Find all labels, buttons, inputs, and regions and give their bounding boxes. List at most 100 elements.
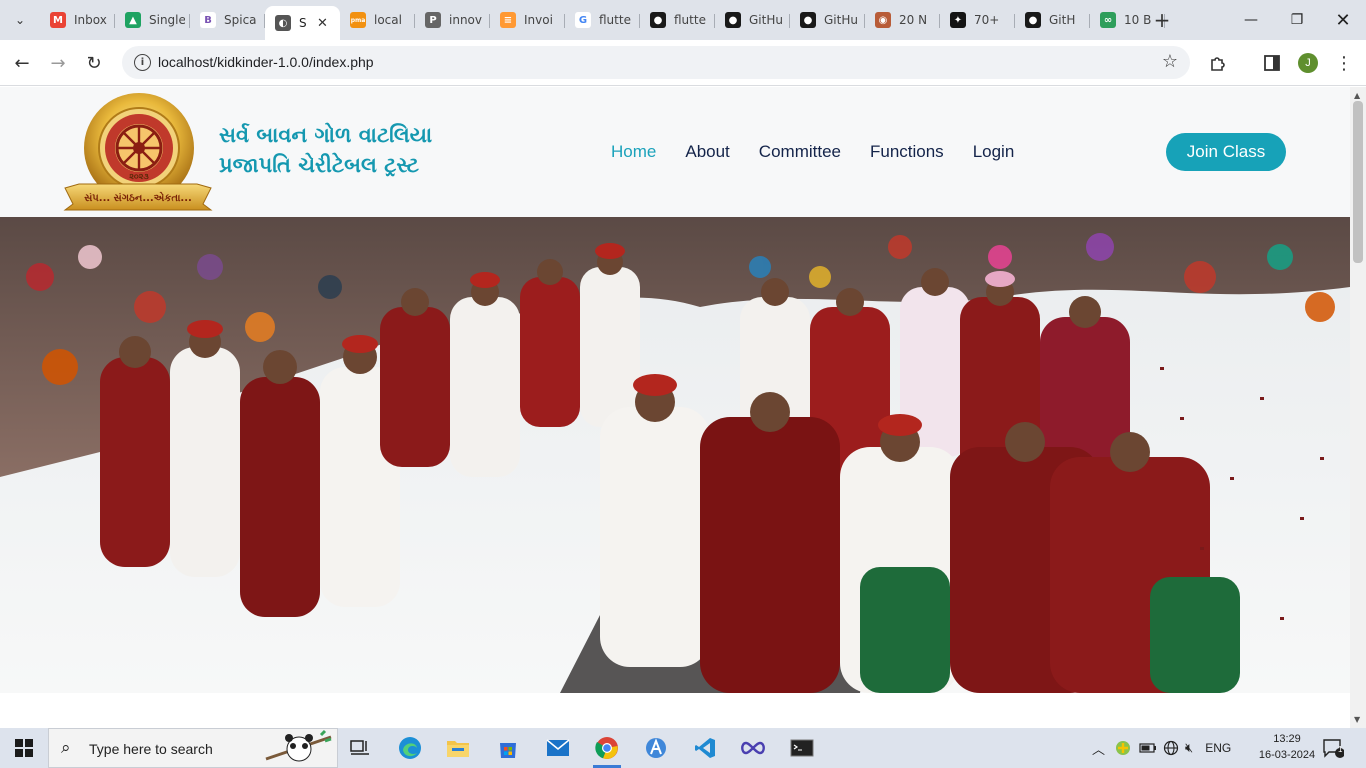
browser-tab[interactable]: ● GitHu xyxy=(790,6,865,34)
tray-app-icon[interactable] xyxy=(1115,740,1131,756)
bootstrap-icon: B xyxy=(200,12,216,28)
mail-icon[interactable] xyxy=(534,728,582,768)
infinity-app-icon[interactable] xyxy=(729,728,777,768)
search-highlight-panda-icon xyxy=(265,729,332,762)
scrollbar-thumb[interactable] xyxy=(1353,101,1363,263)
scroll-down-icon[interactable]: ▼ xyxy=(1354,715,1360,724)
taskbar-search-placeholder: Type here to search xyxy=(89,741,213,757)
browser-tab[interactable]: ● flutte xyxy=(640,6,715,34)
browser-tab[interactable]: B Spica xyxy=(190,6,265,34)
github-icon: ● xyxy=(1025,12,1041,28)
site-header: ૨૦૨૩ સંપ... સંગઠન...એકતા... સર્વ બાવન ગો… xyxy=(0,87,1350,217)
clock[interactable]: 13:29 16-03-2024 xyxy=(1254,731,1320,763)
clock-date: 16-03-2024 xyxy=(1258,749,1316,761)
nav-functions[interactable]: Functions xyxy=(870,142,944,162)
tab-close-icon[interactable]: ✕ xyxy=(317,16,328,31)
browser-tab[interactable]: Pinnov xyxy=(415,6,490,34)
tab-title: flutte xyxy=(599,13,631,27)
nav-home[interactable]: Home xyxy=(611,142,656,162)
browser-tab[interactable]: ✦ 70+ xyxy=(940,6,1015,34)
tab-search-chevron-icon[interactable]: ⌄ xyxy=(8,8,32,32)
search-icon: ⌕ xyxy=(61,738,71,758)
tab-title: GitHu xyxy=(824,13,858,27)
edge-icon[interactable] xyxy=(386,728,434,768)
task-view-icon[interactable] xyxy=(336,728,384,768)
nav-committee[interactable]: Committee xyxy=(759,142,841,162)
extensions-puzzle-icon[interactable] xyxy=(1207,52,1229,74)
notification-count: 1 xyxy=(1338,745,1343,754)
p-icon: P xyxy=(425,12,441,28)
browser-tab[interactable]: ▲ Single xyxy=(115,6,190,34)
drive-icon: ▲ xyxy=(125,12,141,28)
tab-title: flutte xyxy=(674,13,706,27)
phpmyadmin-icon: pma xyxy=(350,12,366,28)
page-viewport: ૨૦૨૩ સંપ... સંગઠન...એકતા... સર્વ બાવન ગો… xyxy=(0,87,1350,728)
browser-tab[interactable]: ● GitH xyxy=(1015,6,1090,34)
close-window-icon[interactable]: ✕ xyxy=(1320,0,1366,40)
tab-title: innov xyxy=(449,13,482,27)
browser-tab[interactable]: Gflutte xyxy=(565,6,640,34)
tab-list: M Inbox ▲ Single B Spica ◐ S ✕ pma local Pinnov ≡ Inv… xyxy=(40,6,1165,40)
browser-tab[interactable]: ≡ Invoi xyxy=(490,6,565,34)
browser-tab[interactable]: ◐ S ✕ xyxy=(265,6,340,40)
tab-title: local xyxy=(374,13,402,27)
nav-about[interactable]: About xyxy=(685,142,729,162)
brand-line-2: પ્રજાપતિ ચેરીટેબલ ટ્રસ્ટ xyxy=(219,153,419,177)
notification-center-icon[interactable]: 1 xyxy=(1322,728,1344,768)
tab-title: Single xyxy=(149,13,185,27)
restore-icon[interactable]: ❐ xyxy=(1274,0,1320,40)
profile-avatar[interactable]: J xyxy=(1298,53,1318,73)
speaker-muted-icon[interactable]: 🔇︎ xyxy=(1185,740,1193,756)
browser-toolbar: ← → ↻ i localhost/kidkinder-1.0.0/index.… xyxy=(0,40,1366,86)
taskbar-search[interactable]: ⌕ Type here to search xyxy=(48,728,338,768)
google-icon: G xyxy=(575,12,591,28)
show-hidden-icons-chevron-icon[interactable]: ︿ xyxy=(1092,739,1105,758)
star-logo-icon: ✦ xyxy=(950,12,966,28)
android-studio-icon[interactable] xyxy=(632,728,680,768)
nav-login[interactable]: Login xyxy=(973,142,1015,162)
tab-title: 70+ xyxy=(974,13,1000,27)
menu-kebab-icon[interactable]: ⋮ xyxy=(1333,52,1355,74)
clock-time: 13:29 xyxy=(1273,733,1301,745)
microsoft-store-icon[interactable] xyxy=(484,728,532,768)
tab-title: 20 N xyxy=(899,13,928,27)
main-nav: Home About Committee Functions Login xyxy=(611,142,1043,162)
site-info-icon[interactable]: i xyxy=(134,54,151,71)
browser-tab[interactable]: pma local xyxy=(340,6,415,34)
tab-strip: ⌄ M Inbox ▲ Single B Spica ◐ S ✕ pma local Pinnov ≡ I… xyxy=(0,0,1366,40)
back-arrow-icon[interactable]: ← xyxy=(7,48,37,78)
file-explorer-icon[interactable] xyxy=(434,728,482,768)
tab-title: GitHu xyxy=(749,13,783,27)
tab-title: GitH xyxy=(1049,13,1076,27)
reload-icon[interactable]: ↻ xyxy=(79,48,109,78)
page-scrollbar[interactable]: ▲ ▼ xyxy=(1350,87,1366,728)
cookie-icon: ◉ xyxy=(875,12,891,28)
tab-title: S xyxy=(299,16,307,30)
side-panel-icon[interactable] xyxy=(1261,52,1283,74)
chrome-icon[interactable] xyxy=(583,728,631,768)
windows-start-icon[interactable] xyxy=(0,728,48,768)
network-globe-icon[interactable] xyxy=(1163,740,1179,756)
language-indicator[interactable]: ENG xyxy=(1205,741,1231,755)
bookmark-star-icon[interactable]: ☆ xyxy=(1162,51,1178,72)
brand-name[interactable]: સર્વ બાવન ગોળ વાટલિયા પ્રજાપતિ ચેરીટેબલ … xyxy=(219,120,432,180)
browser-tab[interactable]: ◉ 20 N xyxy=(865,6,940,34)
battery-icon[interactable] xyxy=(1139,742,1157,754)
terminal-icon[interactable] xyxy=(778,728,826,768)
new-tab-button[interactable]: + xyxy=(1150,8,1174,32)
vscode-icon[interactable] xyxy=(681,728,729,768)
trust-logo[interactable]: ૨૦૨૩ સંપ... સંગઠન...એકતા... xyxy=(63,92,213,214)
link-icon: ∞ xyxy=(1100,12,1116,28)
join-class-button[interactable]: Join Class xyxy=(1166,133,1286,171)
brand-line-1: સર્વ બાવન ગોળ વાટલિયા xyxy=(219,123,433,147)
github-icon: ● xyxy=(650,12,666,28)
address-bar[interactable]: i localhost/kidkinder-1.0.0/index.php ☆ xyxy=(122,46,1190,79)
scroll-up-icon[interactable]: ▲ xyxy=(1354,91,1360,100)
github-icon: ● xyxy=(725,12,741,28)
tab-title: Inbox xyxy=(74,13,107,27)
minimize-icon[interactable]: — xyxy=(1228,0,1274,40)
url-text[interactable]: localhost/kidkinder-1.0.0/index.php xyxy=(158,54,374,70)
forward-arrow-icon[interactable]: → xyxy=(43,48,73,78)
browser-tab[interactable]: M Inbox xyxy=(40,6,115,34)
browser-tab[interactable]: ● GitHu xyxy=(715,6,790,34)
